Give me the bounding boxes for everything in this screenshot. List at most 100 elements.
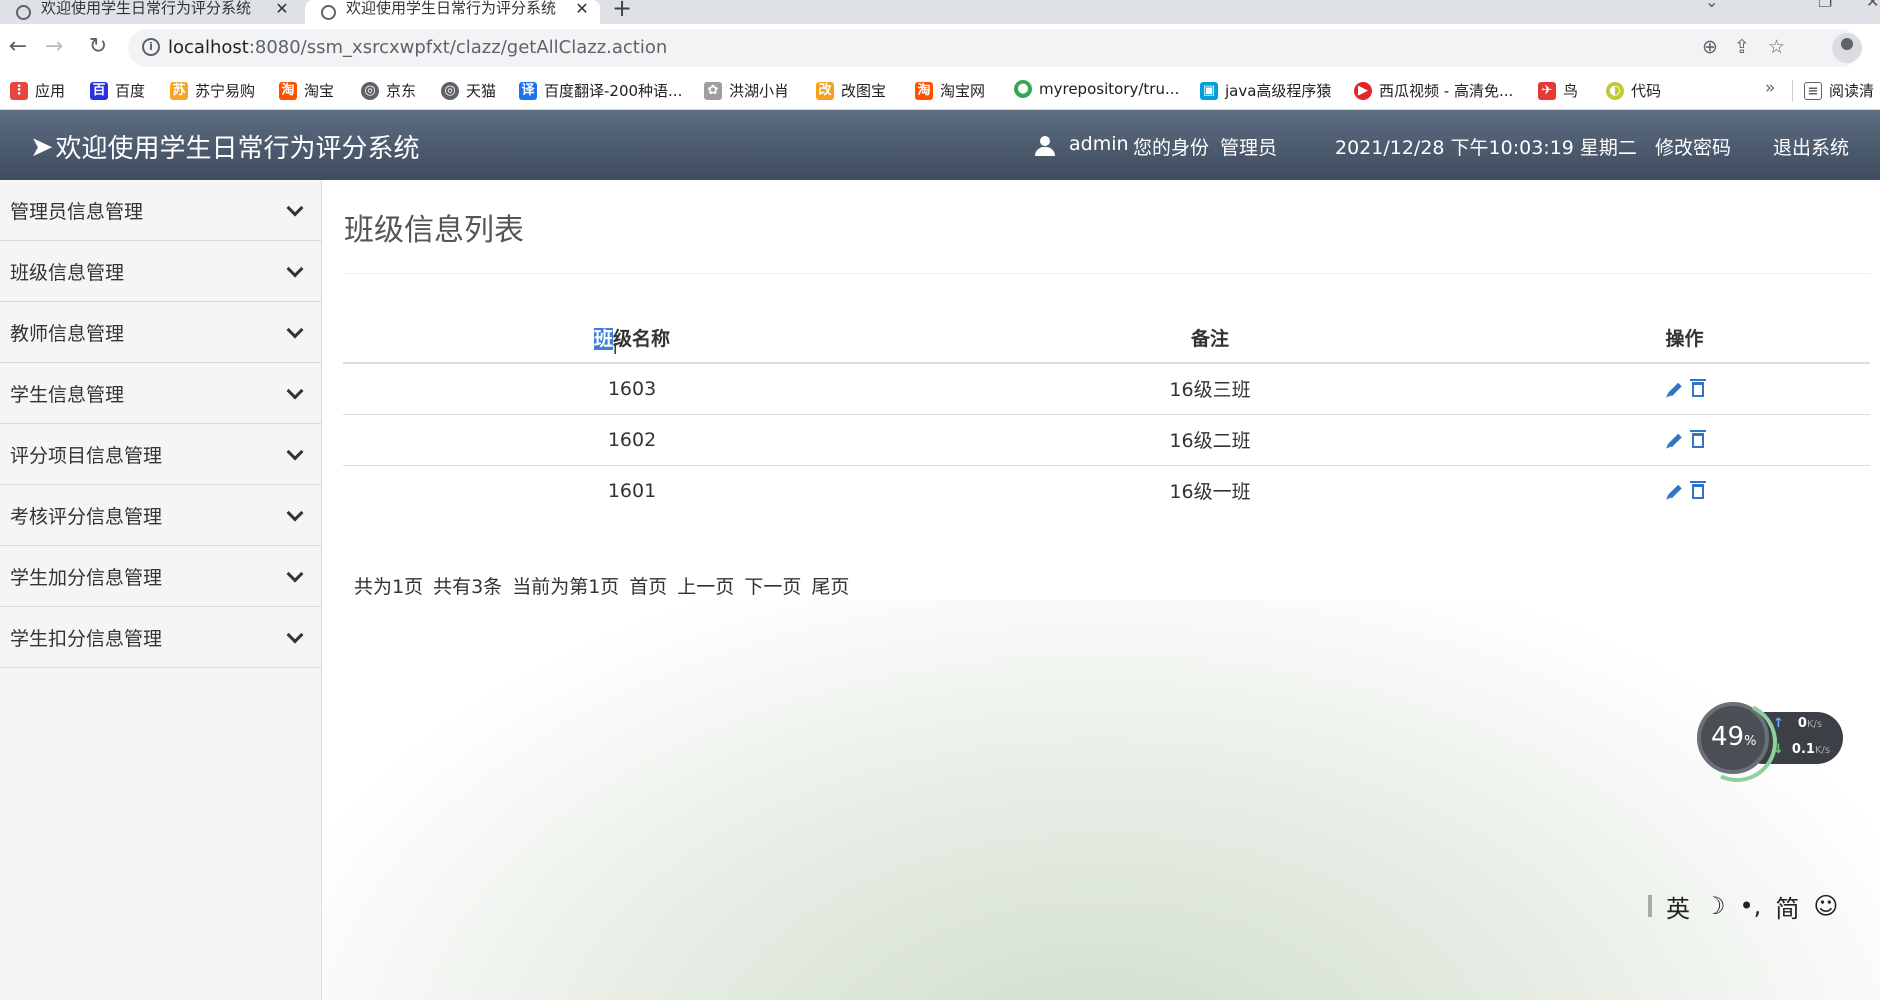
sidebar-item-label: 教师信息管理 [10, 322, 125, 345]
bookmark-item[interactable]: ◐ 代码 [1606, 80, 1661, 101]
username: admin [1069, 133, 1129, 155]
sidebar-item-assessment[interactable]: 考核评分信息管理 [0, 485, 321, 546]
sidebar-item-bonus[interactable]: 学生加分信息管理 [0, 546, 321, 607]
chrome-icon: ● [1014, 80, 1032, 98]
first-page-link[interactable]: 首页 [629, 572, 667, 599]
bookmark-item[interactable]: ● myrepository/tru... [1014, 80, 1179, 98]
site-info-icon[interactable]: i [142, 38, 160, 56]
edit-icon[interactable] [1667, 484, 1682, 498]
edit-icon[interactable] [1667, 382, 1682, 396]
window-close-icon[interactable]: ✕ [1866, 0, 1879, 11]
delete-icon[interactable] [1689, 429, 1706, 448]
ime-simplified-toggle[interactable]: 简 [1775, 889, 1799, 924]
hongge-icon: ✿ [704, 81, 722, 100]
punctuation-icon[interactable]: •, [1740, 892, 1762, 920]
role-label: 您的身份 [1133, 137, 1210, 159]
column-header-remark: 备注 [921, 313, 1499, 364]
column-header-class-name[interactable]: 班级名称 [343, 313, 921, 364]
cell-actions [1499, 465, 1870, 516]
next-page-link[interactable]: 下一页 [744, 572, 801, 599]
bird-icon: ✈ [1538, 81, 1556, 100]
suning-icon: 苏 [170, 81, 188, 100]
new-tab-button[interactable]: + [612, 0, 632, 22]
browser-tab-1[interactable]: 欢迎使用学生日常行为评分系统 ✕ [0, 0, 300, 24]
sidebar-item-deduction[interactable]: 学生扣分信息管理 [0, 607, 321, 668]
delete-icon[interactable] [1689, 378, 1706, 397]
pagination: 共为1页 共有3条 当前为第1页 首页 上一页 下一页 尾页 [354, 572, 849, 599]
bookmark-item[interactable]: 译百度翻译-200种语... [519, 80, 682, 101]
network-speed-widget[interactable]: 49% ↑ 0K/s ↓ 0.1K/s [1697, 702, 1845, 774]
sidebar-item-class[interactable]: 班级信息管理 [0, 241, 321, 302]
sidebar-item-score-item[interactable]: 评分项目信息管理 [0, 424, 321, 485]
restore-icon[interactable]: ❐ [1818, 0, 1832, 11]
zoom-icon[interactable]: ⊕ [1702, 36, 1718, 58]
background-image [323, 600, 1880, 1000]
chevron-down-icon [286, 321, 304, 339]
change-password-link[interactable]: 修改密码 [1655, 133, 1731, 160]
url-text[interactable]: localhost:8080/ssm_xsrcxwpfxt/clazz/getA… [168, 37, 667, 58]
cell-class-name: 1602 [343, 414, 921, 466]
close-icon[interactable]: ✕ [270, 0, 294, 18]
prev-page-link[interactable]: 上一页 [677, 572, 734, 599]
logout-link[interactable]: 退出系统 [1773, 133, 1849, 160]
sidebar-item-label: 班级信息管理 [10, 261, 125, 284]
bookmark-star-icon[interactable]: ☆ [1768, 36, 1785, 58]
bookmark-item[interactable]: 淘淘宝网 [915, 80, 985, 101]
bookmarks-more-icon[interactable]: » [1765, 78, 1775, 98]
address-bar[interactable]: i localhost:8080/ssm_xsrcxwpfxt/clazz/ge… [128, 29, 1860, 67]
reload-icon[interactable]: ↻ [84, 34, 112, 59]
sidebar-item-admin[interactable]: 管理员信息管理 [0, 180, 321, 241]
bookmark-item[interactable]: ◎ 京东 [361, 80, 416, 101]
browser-tabstrip: 欢迎使用学生日常行为评分系统 ✕ 欢迎使用学生日常行为评分系统 ✕ + ⌄ ❐ … [0, 0, 1880, 24]
bookmark-item[interactable]: 淘淘宝 [279, 80, 334, 101]
bookmark-item[interactable]: ✿ 洪湖小肖 [704, 80, 789, 101]
bookmark-item[interactable]: ▶ 西瓜视频 - 高清免... [1354, 80, 1513, 101]
forward-icon[interactable]: → [40, 34, 68, 59]
total-pages: 共为1页 [354, 576, 424, 598]
code-icon: ◐ [1606, 81, 1624, 100]
bookmark-item[interactable]: 百百度 [90, 80, 145, 101]
reading-list-button[interactable]: ≡ 阅读清 [1804, 80, 1874, 101]
emoji-icon[interactable]: ☺ [1813, 892, 1838, 920]
chevron-down-icon [286, 260, 304, 278]
bookmark-item[interactable]: ✈ 鸟 [1538, 80, 1578, 101]
sidebar-item-student[interactable]: 学生信息管理 [0, 363, 321, 424]
chevron-down-icon [286, 443, 304, 461]
share-icon[interactable]: ⇪ [1734, 36, 1750, 58]
bookmarks-divider [1792, 80, 1793, 102]
close-icon[interactable]: ✕ [570, 0, 594, 18]
app-title: 欢迎使用学生日常行为评分系统 [55, 134, 420, 164]
cell-remark: 16级一班 [1169, 481, 1251, 504]
sidebar-item-teacher[interactable]: 教师信息管理 [0, 302, 321, 363]
gaitubao-icon: 改 [816, 81, 834, 100]
bookmark-item[interactable]: 苏苏宁易购 [170, 80, 255, 101]
total-records: 共有3条 [433, 576, 503, 598]
cell-actions [1499, 363, 1870, 415]
browser-toolbar: ← → ↻ i localhost:8080/ssm_xsrcxwpfxt/cl… [0, 24, 1880, 72]
ime-language-toggle[interactable]: 英 [1666, 889, 1690, 924]
sidebar-item-label: 学生信息管理 [10, 383, 125, 406]
paper-plane-icon: ➤ [30, 130, 54, 163]
class-table: 班级名称 备注 操作 1603 16级三班 1602 16级二班 1601 16… [343, 313, 1870, 516]
chevron-down-icon [286, 504, 304, 522]
apps-icon: ⋮ [10, 81, 28, 100]
bookmark-item[interactable]: ⋮ 应用 [10, 80, 65, 101]
delete-icon[interactable] [1689, 480, 1706, 499]
sidebar-item-label: 学生加分信息管理 [10, 566, 163, 589]
last-page-link[interactable]: 尾页 [811, 572, 849, 599]
browser-tab-2[interactable]: 欢迎使用学生日常行为评分系统 ✕ [305, 0, 600, 24]
moon-icon[interactable]: ☽ [1704, 892, 1726, 920]
divider [344, 273, 1870, 274]
profile-avatar-icon[interactable] [1832, 33, 1862, 63]
edit-icon[interactable] [1667, 433, 1682, 447]
tab-search-icon[interactable]: ⌄ [1705, 0, 1718, 11]
table-row: 1603 16级三班 [343, 363, 1870, 415]
table-header-row: 班级名称 备注 操作 [343, 313, 1870, 364]
bookmark-item[interactable]: ◎ 天猫 [441, 80, 496, 101]
bookmark-item[interactable]: 改改图宝 [816, 80, 886, 101]
back-icon[interactable]: ← [4, 34, 32, 59]
sidebar-item-label: 学生扣分信息管理 [10, 627, 163, 650]
sidebar: 管理员信息管理 班级信息管理 教师信息管理 学生信息管理 评分项目信息管理 考核… [0, 180, 322, 1000]
bookmark-item[interactable]: ▣ java高级程序猿 [1200, 80, 1331, 101]
ime-drag-handle[interactable] [1648, 895, 1652, 917]
